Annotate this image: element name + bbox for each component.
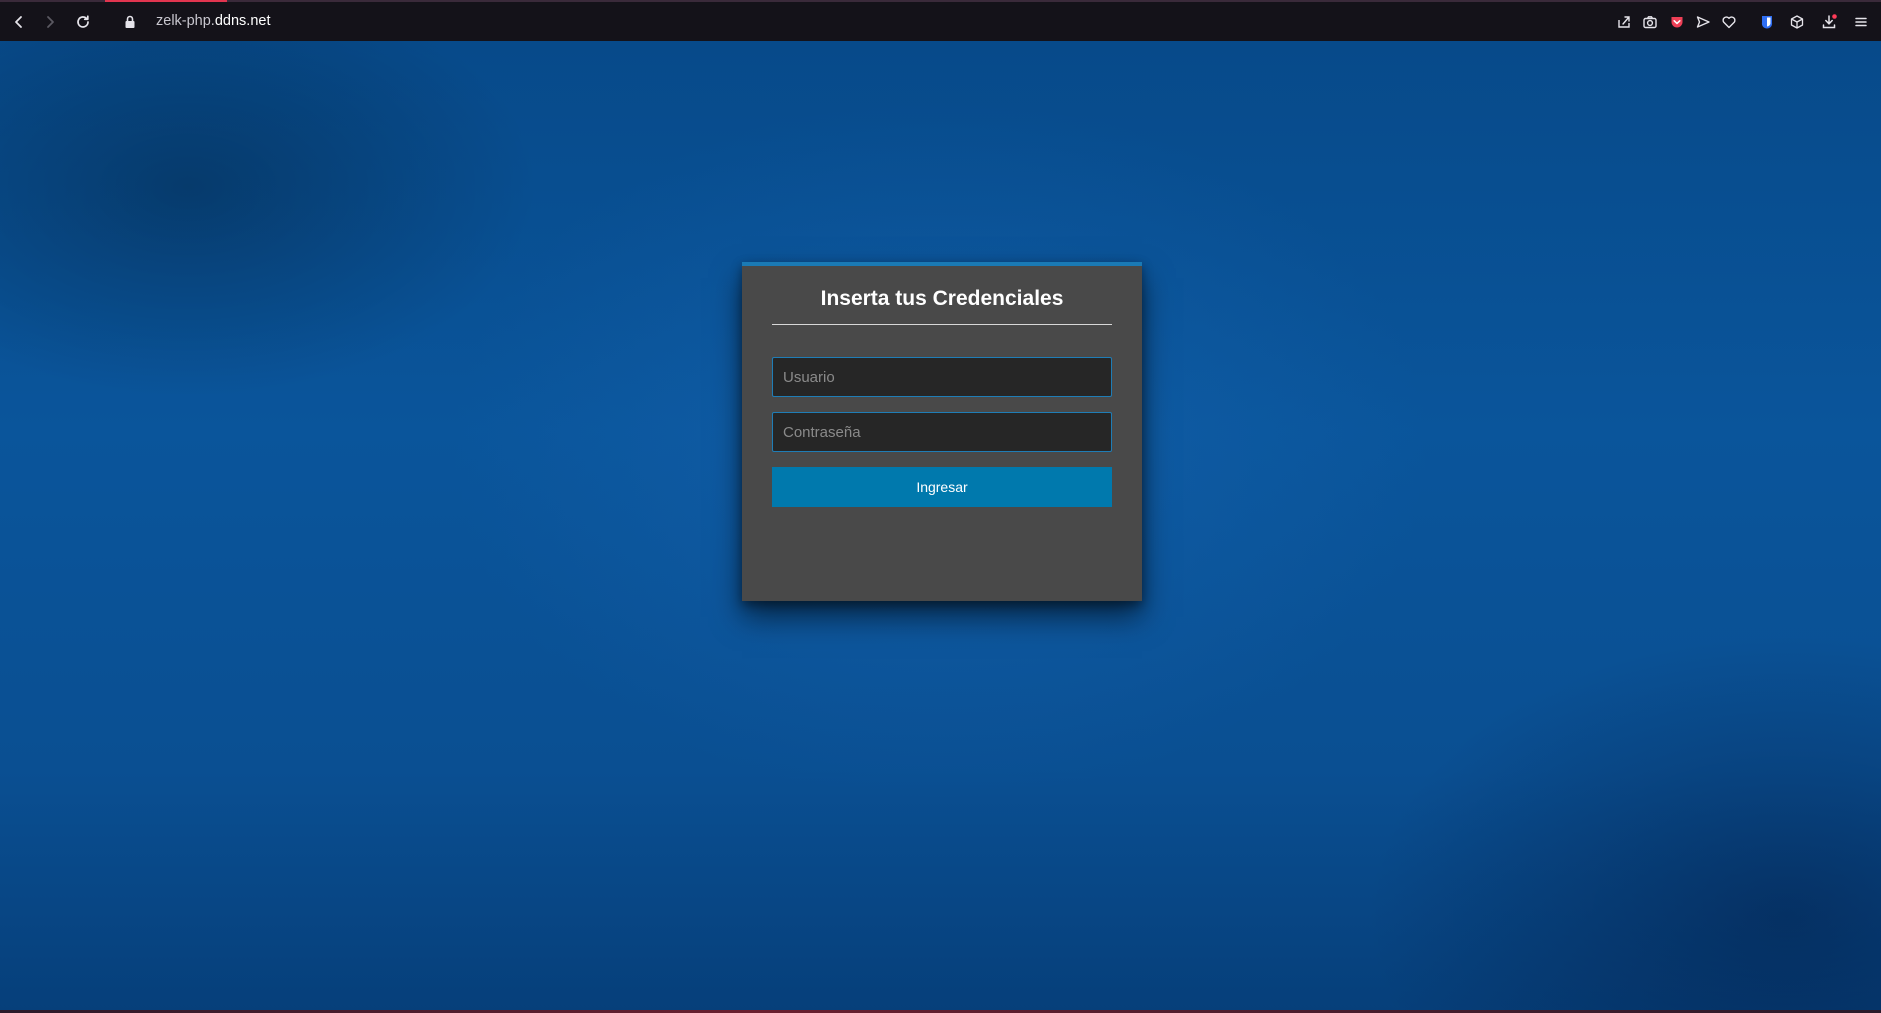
bitwarden-icon[interactable] xyxy=(1755,10,1779,34)
url-host: ddns.net xyxy=(214,13,271,29)
lock-icon[interactable] xyxy=(122,14,138,30)
heart-icon[interactable] xyxy=(1717,10,1741,34)
url-prefix: zelk-php. xyxy=(156,13,215,29)
login-title: Inserta tus Credenciales xyxy=(820,287,1064,310)
submit-button[interactable]: Ingresar xyxy=(772,467,1112,507)
username-input[interactable] xyxy=(772,357,1112,397)
browser-toolbar: zelk-php.ddns.net xyxy=(0,0,1881,41)
send-icon[interactable] xyxy=(1691,10,1715,34)
login-card: Inserta tus Credenciales Ingresar xyxy=(742,262,1142,601)
active-tab-indicator xyxy=(105,0,227,2)
pocket-icon[interactable] xyxy=(1665,10,1689,34)
forward-arrow-icon[interactable] xyxy=(38,10,62,34)
hamburger-menu-icon[interactable] xyxy=(1849,10,1873,34)
reload-icon[interactable] xyxy=(71,10,95,34)
camera-icon[interactable] xyxy=(1638,10,1662,34)
address-bar-url[interactable]: zelk-php.ddns.net xyxy=(156,13,270,29)
back-arrow-icon[interactable] xyxy=(7,10,31,34)
browser-window: zelk-php.ddns.net Inserta tus Credencial… xyxy=(0,0,1881,1013)
cube-icon[interactable] xyxy=(1785,10,1809,34)
password-input[interactable] xyxy=(772,412,1112,452)
download-icon[interactable] xyxy=(1817,10,1841,34)
title-divider xyxy=(772,324,1112,325)
page-background: Inserta tus Credenciales Ingresar xyxy=(0,41,1881,1013)
share-icon[interactable] xyxy=(1612,10,1636,34)
